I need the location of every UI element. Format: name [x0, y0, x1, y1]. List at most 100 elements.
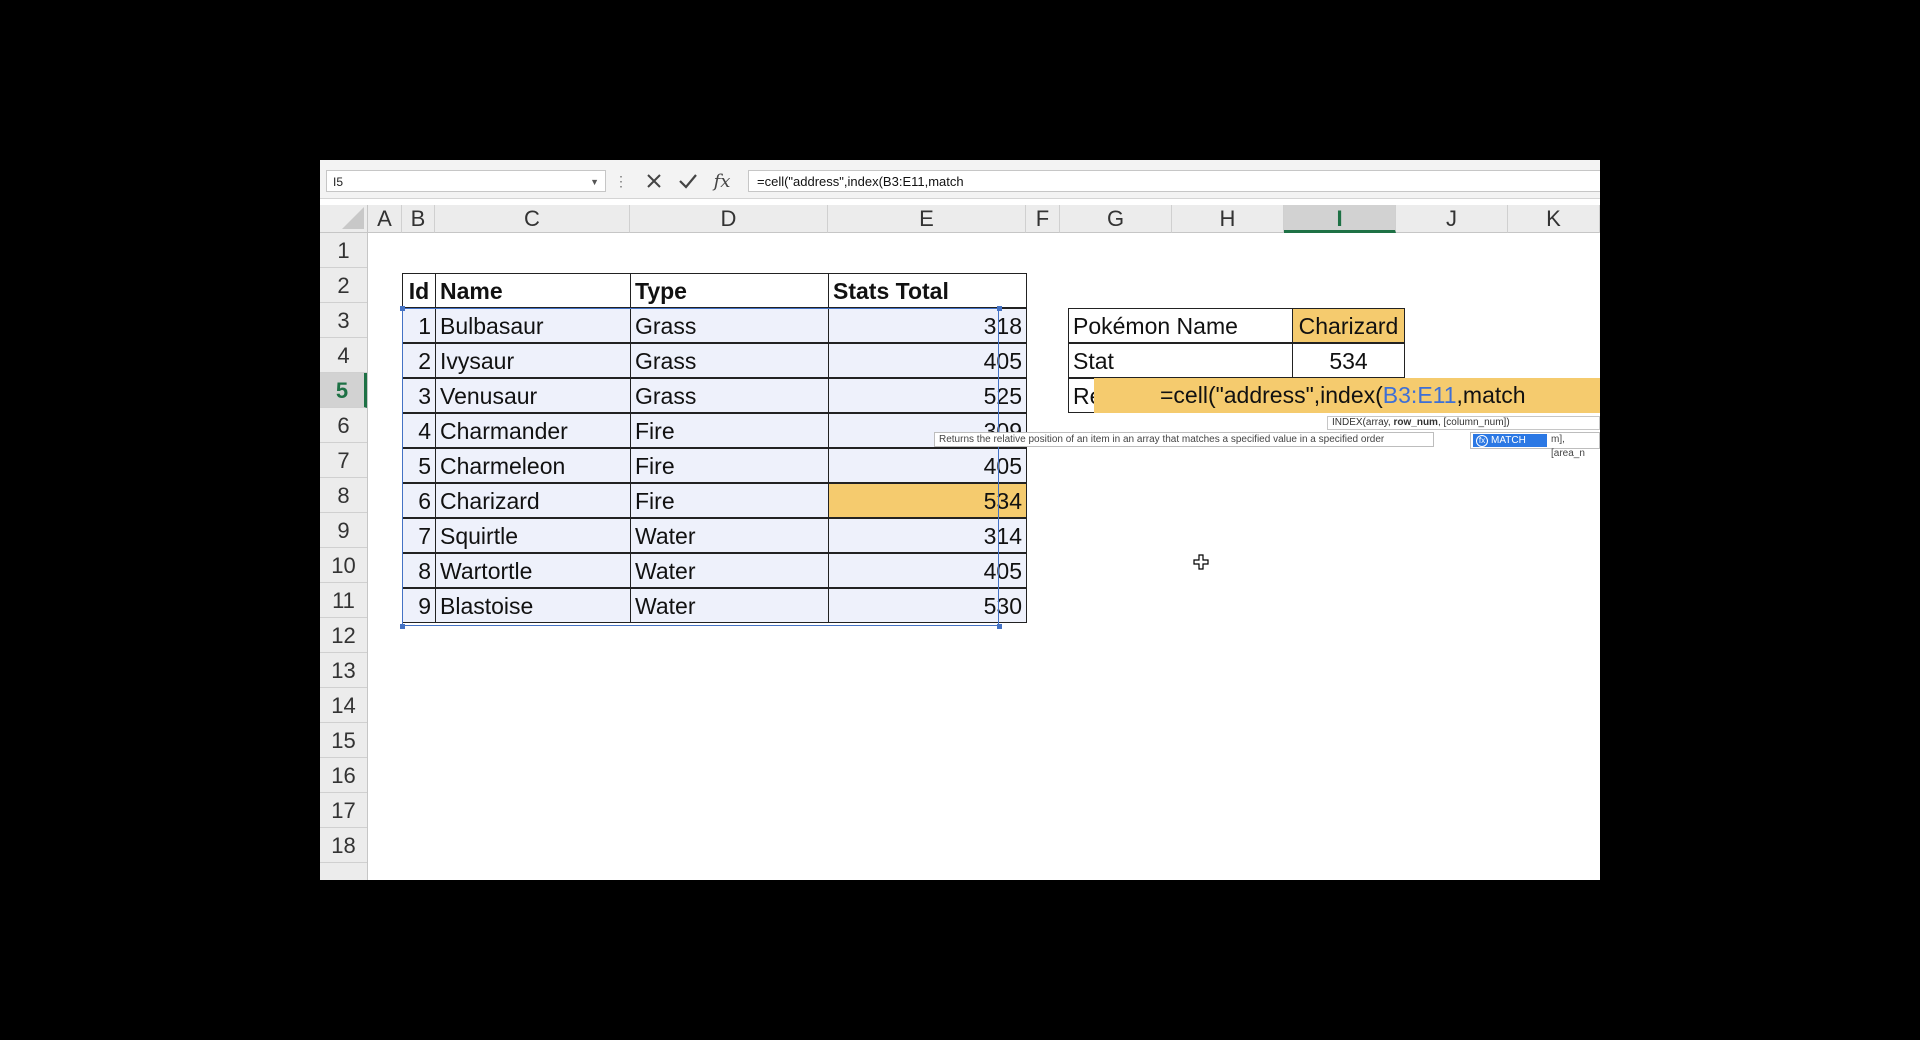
cell-type[interactable]: Water	[630, 553, 829, 588]
index-signature-tooltip: INDEX(array, row_num, [column_num])	[1327, 416, 1600, 430]
row-header[interactable]: 15	[320, 723, 367, 758]
column-header-h[interactable]: H	[1172, 205, 1284, 233]
chevron-down-icon[interactable]: ▼	[590, 171, 599, 193]
cell-stats[interactable]: 318	[828, 308, 1027, 343]
cell-type[interactable]: Water	[630, 588, 829, 623]
row-header[interactable]: 7	[320, 443, 367, 478]
cell-stats-highlighted[interactable]: 534	[828, 483, 1027, 518]
signature-current-arg[interactable]: row_num	[1394, 417, 1438, 428]
column-header-e[interactable]: E	[828, 205, 1026, 233]
cell-id[interactable]: 4	[402, 413, 436, 448]
cell-name[interactable]: Charizard	[435, 483, 631, 518]
range-handle[interactable]	[997, 306, 1002, 311]
select-all-corner[interactable]	[320, 205, 368, 233]
column-header-d[interactable]: D	[630, 205, 828, 233]
range-handle[interactable]	[997, 624, 1002, 629]
more-options-icon: ⋮	[614, 173, 628, 189]
cell-type[interactable]: Grass	[630, 343, 829, 378]
formula-suffix: ,match	[1456, 382, 1526, 408]
cell-stats[interactable]: 405	[828, 448, 1027, 483]
stat-label[interactable]: Stat	[1068, 343, 1293, 378]
formula-bar: I5 ▼ ⋮ fx =cell("address",index(B3:E11,m…	[320, 160, 1600, 199]
cell-stats[interactable]: 314	[828, 518, 1027, 553]
row-header[interactable]: 14	[320, 688, 367, 723]
formula-range-reference: B3:E11	[1382, 382, 1457, 408]
function-icon: fx	[1476, 435, 1488, 447]
pokemon-name-label[interactable]: Pokémon Name	[1068, 308, 1293, 343]
cell-id[interactable]: 2	[402, 343, 436, 378]
column-header-g[interactable]: G	[1060, 205, 1172, 233]
name-box-value: I5	[333, 175, 344, 189]
cell-name[interactable]: Blastoise	[435, 588, 631, 623]
cell-cursor-icon	[1193, 554, 1209, 570]
row-header[interactable]: 13	[320, 653, 367, 688]
row-header[interactable]: 16	[320, 758, 367, 793]
row-header-active[interactable]: 5	[320, 373, 367, 408]
signature-text: INDEX(array,	[1332, 417, 1394, 428]
cell-id[interactable]: 9	[402, 588, 436, 623]
row-header[interactable]: 1	[320, 233, 367, 268]
header-stats-total[interactable]: Stats Total	[828, 273, 1027, 308]
column-header-c[interactable]: C	[435, 205, 630, 233]
cell-type[interactable]: Fire	[630, 483, 829, 518]
cell-type[interactable]: Grass	[630, 308, 829, 343]
row-header[interactable]: 3	[320, 303, 367, 338]
cell-type[interactable]: Fire	[630, 448, 829, 483]
row-header[interactable]: 9	[320, 513, 367, 548]
match-description-tooltip: Returns the relative position of an item…	[934, 432, 1434, 447]
cell-id[interactable]: 7	[402, 518, 436, 553]
cell-stats[interactable]: 405	[828, 343, 1027, 378]
row-header[interactable]: 18	[320, 828, 367, 863]
cell-stats[interactable]: 525	[828, 378, 1027, 413]
cell-type[interactable]: Water	[630, 518, 829, 553]
row-header[interactable]: 12	[320, 618, 367, 653]
column-headers: A B C D E F G H I J K	[368, 205, 1600, 233]
cancel-icon[interactable]	[640, 169, 668, 193]
column-header-i[interactable]: I	[1284, 205, 1396, 233]
cell-name[interactable]: Bulbasaur	[435, 308, 631, 343]
name-box[interactable]: I5 ▼	[326, 170, 606, 192]
row-header[interactable]: 2	[320, 268, 367, 303]
column-header-j[interactable]: J	[1396, 205, 1508, 233]
formula-prefix: =cell("address",index(	[1160, 382, 1383, 408]
row-header[interactable]: 10	[320, 548, 367, 583]
autocomplete-item-match[interactable]: fx MATCH	[1473, 434, 1547, 447]
stat-value[interactable]: 534	[1292, 343, 1405, 378]
cell-id[interactable]: 8	[402, 553, 436, 588]
cell-stats[interactable]: 530	[828, 588, 1027, 623]
row-header[interactable]: 17	[320, 793, 367, 828]
column-header-b[interactable]: B	[402, 205, 435, 233]
cell-type[interactable]: Fire	[630, 413, 829, 448]
active-cell-editor[interactable]: =cell("address",index(B3:E11,match	[1094, 378, 1600, 413]
function-autocomplete: fx MATCH m], [area_n	[1470, 432, 1600, 459]
column-header-f[interactable]: F	[1026, 205, 1060, 233]
header-name[interactable]: Name	[435, 273, 631, 308]
row-header[interactable]: 8	[320, 478, 367, 513]
formula-input[interactable]: =cell("address",index(B3:E11,match	[748, 170, 1600, 192]
row-headers: 1 2 3 4 5 6 7 8 9 10 11 12 13 14 15 16 1…	[320, 233, 368, 880]
cell-name[interactable]: Charmeleon	[435, 448, 631, 483]
cell-id[interactable]: 1	[402, 308, 436, 343]
row-header[interactable]: 11	[320, 583, 367, 618]
cell-id[interactable]: 6	[402, 483, 436, 518]
cell-name[interactable]: Charmander	[435, 413, 631, 448]
range-handle[interactable]	[400, 624, 405, 629]
insert-function-icon[interactable]: fx	[708, 169, 736, 193]
cell-name[interactable]: Squirtle	[435, 518, 631, 553]
cell-name[interactable]: Ivysaur	[435, 343, 631, 378]
cell-type[interactable]: Grass	[630, 378, 829, 413]
header-id[interactable]: Id	[402, 273, 436, 308]
range-handle[interactable]	[400, 306, 405, 311]
cell-name[interactable]: Venusaur	[435, 378, 631, 413]
cell-id[interactable]: 3	[402, 378, 436, 413]
column-header-a[interactable]: A	[368, 205, 402, 233]
header-type[interactable]: Type	[630, 273, 829, 308]
row-header[interactable]: 6	[320, 408, 367, 443]
cell-id[interactable]: 5	[402, 448, 436, 483]
enter-icon[interactable]	[674, 169, 702, 193]
pokemon-name-value[interactable]: Charizard	[1292, 308, 1405, 343]
cell-name[interactable]: Wartortle	[435, 553, 631, 588]
row-header[interactable]: 4	[320, 338, 367, 373]
column-header-k[interactable]: K	[1508, 205, 1600, 233]
cell-stats[interactable]: 405	[828, 553, 1027, 588]
